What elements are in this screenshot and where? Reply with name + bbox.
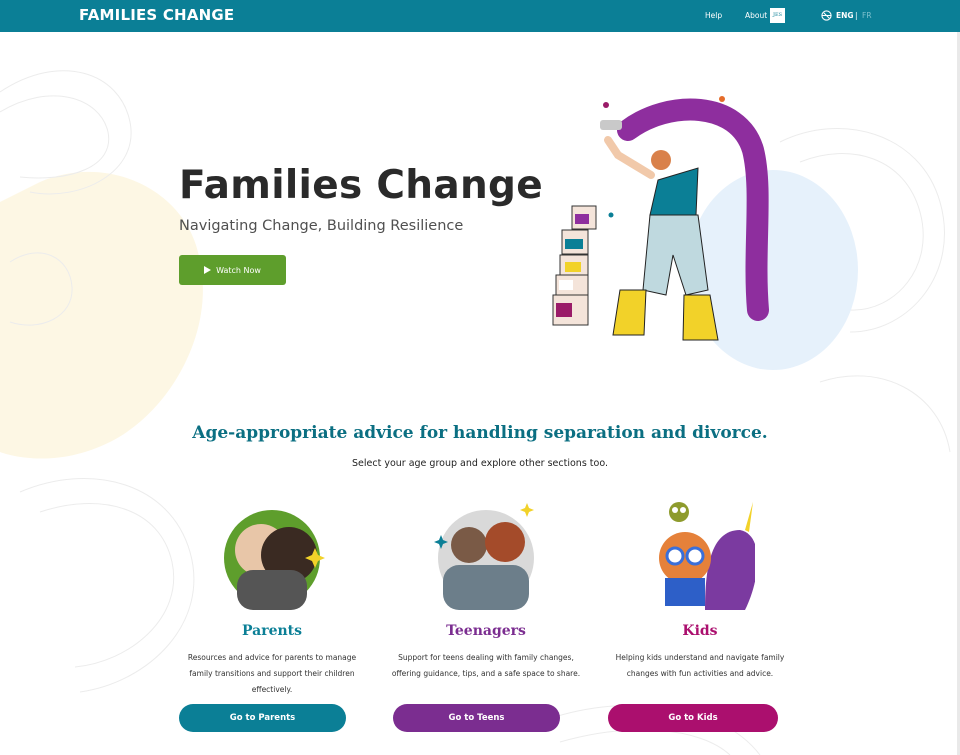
watch-now-label: Watch Now	[216, 265, 261, 275]
go-to-parents-button[interactable]: Go to Parents	[179, 704, 346, 732]
parents-title: Parents	[241, 623, 303, 639]
go-to-teens-button[interactable]: Go to Teens	[393, 704, 560, 732]
section-title: Age-appropriate advice for handling sepa…	[192, 423, 768, 443]
jes-logo-badge: JES	[770, 8, 785, 23]
globe-icon	[821, 10, 832, 21]
language-separator: |	[855, 11, 858, 20]
parents-photo	[224, 510, 325, 610]
parents-description: Resources and advice for parents to mana…	[187, 653, 357, 694]
teenagers-title: Teenagers	[446, 623, 526, 639]
language-english[interactable]: ENG	[836, 11, 854, 20]
kids-description: Helping kids understand and navigate fam…	[615, 653, 785, 678]
watch-now-button[interactable]: Watch Now	[179, 255, 286, 285]
teenagers-photo	[434, 503, 534, 610]
kids-illustration	[659, 502, 755, 610]
teenagers-description: Support for teens dealing with family ch…	[391, 653, 581, 678]
language-french[interactable]: FR	[862, 11, 872, 20]
go-to-kids-button[interactable]: Go to Kids	[608, 704, 778, 732]
hero-title: Families Change	[179, 163, 543, 208]
hero-illustration	[552, 96, 858, 370]
section-subtitle: Select your age group and explore other …	[352, 458, 608, 469]
nav-help-link[interactable]: Help	[705, 11, 722, 20]
hero-subtitle: Navigating Change, Building Resilience	[179, 218, 464, 234]
nav-about-link[interactable]: About	[745, 11, 767, 20]
kids-title: Kids	[682, 623, 718, 639]
play-icon	[204, 266, 212, 274]
brand-logo[interactable]: FAMILIES CHANGE	[79, 6, 234, 24]
